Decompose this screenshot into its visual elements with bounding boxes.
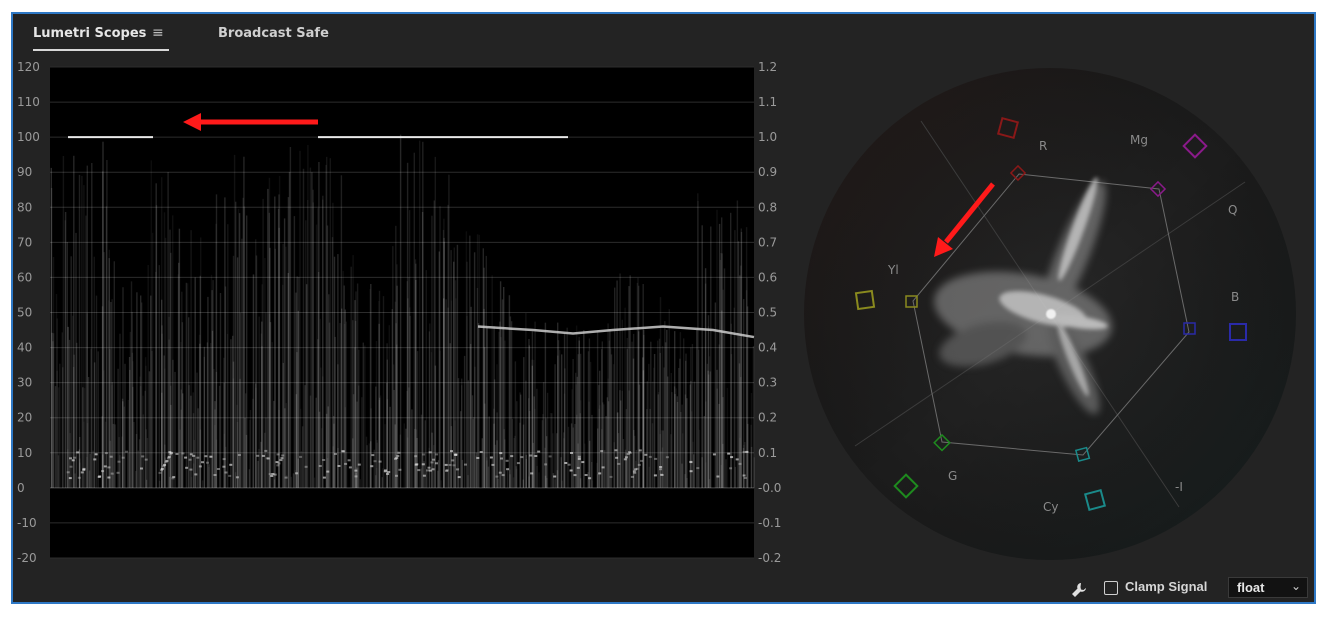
vs-label-neg-i: -I bbox=[1175, 480, 1183, 494]
waveform-left-tick-label: 20 bbox=[17, 411, 32, 425]
vs-label-yl: Yl bbox=[887, 263, 899, 277]
waveform-right-tick-label: 0.9 bbox=[758, 165, 777, 179]
waveform-right-tick-label: 0.8 bbox=[758, 200, 777, 214]
vs-label-g: G bbox=[948, 469, 957, 483]
waveform-left-tick-label: 90 bbox=[17, 165, 32, 179]
chevron-down-icon: ⌄ bbox=[1290, 579, 1301, 593]
waveform-right-tick-label: 0.4 bbox=[758, 341, 777, 355]
waveform-left-tick-label: 80 bbox=[17, 200, 32, 214]
waveform-left-tick-label: 10 bbox=[17, 446, 32, 460]
waveform-right-tick-label: 0.2 bbox=[758, 411, 777, 425]
waveform-left-tick-label: 60 bbox=[17, 270, 32, 284]
vs-label-r: R bbox=[1039, 139, 1047, 153]
waveform-right-tick-label: -0.0 bbox=[758, 481, 781, 495]
waveform-left-tick-label: -10 bbox=[17, 516, 37, 530]
waveform-right-tick-label: 1.1 bbox=[758, 95, 777, 109]
clamp-signal-label: Clamp Signal bbox=[1125, 579, 1208, 594]
waveform-right-tick-label: 1.0 bbox=[758, 130, 777, 144]
vs-label-cy: Cy bbox=[1043, 500, 1058, 514]
waveform-left-tick-label: 110 bbox=[17, 95, 40, 109]
format-dropdown-value: float bbox=[1237, 580, 1265, 595]
waveform-right-tick-label: -0.1 bbox=[758, 516, 781, 530]
clamp-signal-checkbox[interactable] bbox=[1104, 581, 1118, 595]
vs-label-q: Q bbox=[1228, 203, 1237, 217]
waveform-scope: 1201101009080706050403020100-10-20 1.21.… bbox=[17, 60, 781, 565]
waveform-right-tick-label: 0.6 bbox=[758, 270, 777, 284]
waveform-right-tick-label: 0.1 bbox=[758, 446, 777, 460]
waveform-left-tick-label: 100 bbox=[17, 130, 40, 144]
waveform-left-tick-label: 70 bbox=[17, 235, 32, 249]
waveform-right-tick-label: 1.2 bbox=[758, 60, 777, 74]
waveform-left-tick-label: 50 bbox=[17, 306, 32, 320]
waveform-right-tick-label: -0.2 bbox=[758, 551, 781, 565]
waveform-right-tick-label: 0.5 bbox=[758, 306, 777, 320]
vs-label-mg: Mg bbox=[1130, 133, 1148, 147]
wrench-icon[interactable] bbox=[1070, 581, 1088, 599]
lumetri-scopes-panel: Lumetri Scopes ≡ Broadcast Safe 120 110 10… bbox=[11, 12, 1316, 604]
waveform-left-tick-label: 40 bbox=[17, 341, 32, 355]
vs-label-b: B bbox=[1231, 290, 1239, 304]
scopes-canvas: 1201101009080706050403020100-10-20 1.21.… bbox=[17, 60, 1296, 565]
waveform-left-tick-label: -20 bbox=[17, 551, 37, 565]
format-dropdown[interactable]: float ⌄ bbox=[1228, 577, 1308, 598]
waveform-left-tick-label: 30 bbox=[17, 376, 32, 390]
waveform-left-tick-label: 0 bbox=[17, 481, 25, 495]
waveform-left-tick-label: 120 bbox=[17, 60, 40, 74]
vectorscope: R Mg Q B -I Cy G Yl bbox=[804, 68, 1296, 560]
waveform-right-tick-label: 0.3 bbox=[758, 376, 777, 390]
waveform-right-tick-label: 0.7 bbox=[758, 235, 777, 249]
